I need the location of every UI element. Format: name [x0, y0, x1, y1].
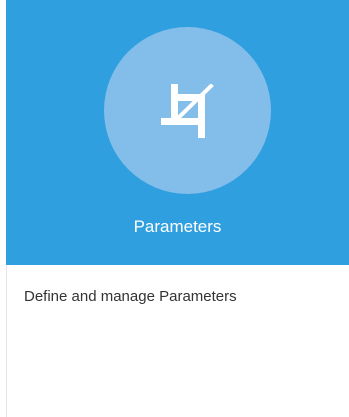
- tile-description: Define and manage Parameters: [24, 288, 237, 305]
- icon-circle: [104, 27, 271, 194]
- parameters-tile[interactable]: Parameters Define and manage Parameters: [0, 0, 349, 417]
- tile-title: Parameters: [133, 217, 222, 236]
- tile-body: Define and manage Parameters: [6, 265, 349, 417]
- tile-header: Parameters: [6, 0, 349, 265]
- crop-icon: [161, 84, 214, 138]
